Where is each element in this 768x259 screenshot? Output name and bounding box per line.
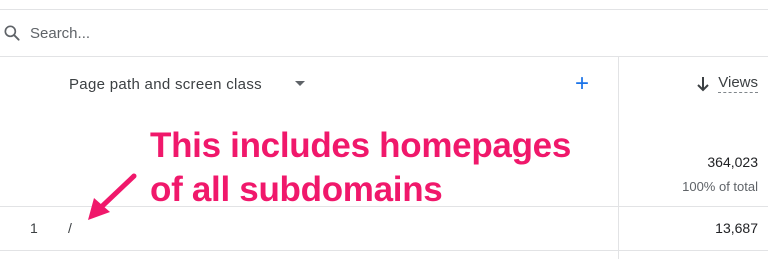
row-index: 1 [30,220,38,236]
annotation-arrow-icon [88,173,137,220]
views-column-header[interactable]: Views [696,74,758,93]
plus-icon[interactable]: + [575,72,589,96]
annotation-line-1: This includes homepages [150,126,571,165]
arrow-down-icon [697,76,709,91]
dimension-column-header[interactable]: Page path and screen class [69,76,262,93]
views-total-percent: 100% of total [682,179,758,194]
row-page-path[interactable]: / [68,220,72,236]
search-divider [0,56,768,57]
annotation-line-2: of all subdomains [150,170,443,209]
search-input[interactable] [30,21,530,45]
row-views-value: 13,687 [715,220,758,236]
search-bar [0,9,768,56]
caret-down-icon[interactable] [295,81,305,86]
row-divider [0,250,768,251]
search-icon [4,25,20,41]
views-total: 364,023 [707,154,758,170]
annotation-text: This includes homepages of all subdomain… [150,124,630,212]
views-header-label: Views [718,74,758,93]
